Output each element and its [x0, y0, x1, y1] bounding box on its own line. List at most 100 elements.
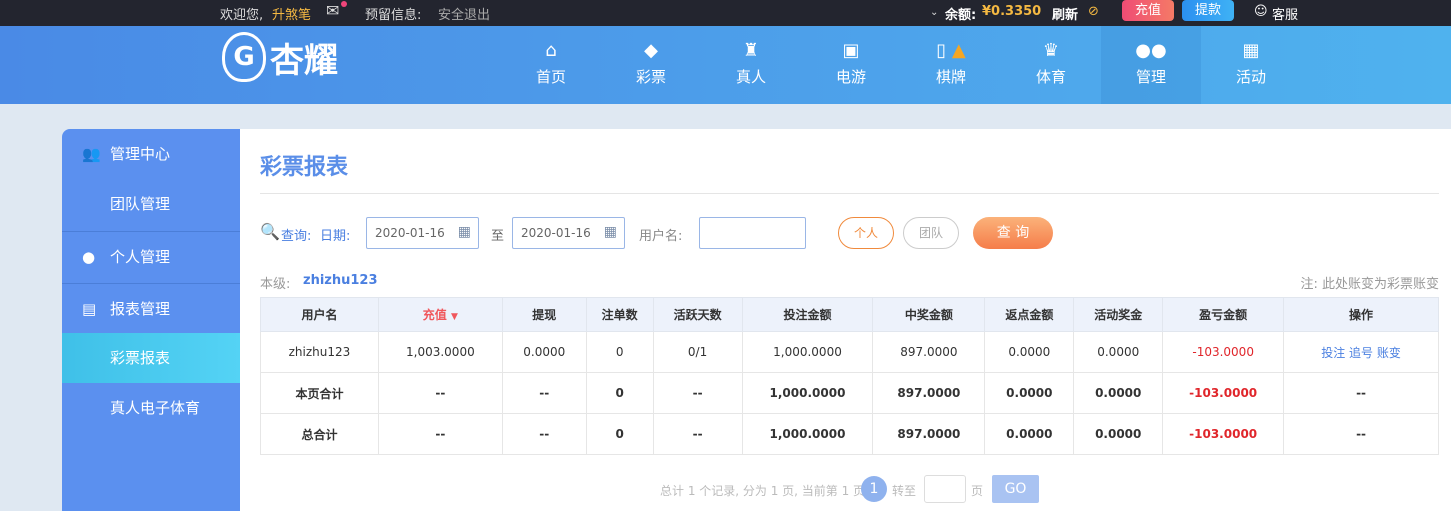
cell: --	[652, 372, 743, 414]
nav-live[interactable]: ♜ 真人	[701, 26, 801, 104]
fire-icon: ▲	[951, 40, 966, 61]
recharge-button[interactable]: 充值	[1122, 0, 1174, 21]
refresh-button[interactable]: 刷新	[1052, 4, 1078, 23]
col-withdraw: 提现	[501, 297, 587, 332]
nav-label: 活动	[1235, 68, 1266, 86]
eye-hidden-icon[interactable]: ⊘	[1088, 4, 1099, 19]
nav-chess[interactable]: ▯ ▲ 棋牌	[901, 26, 1001, 104]
level-user[interactable]: zhizhu123	[303, 273, 378, 288]
document-icon: ▤	[82, 300, 97, 318]
date-from-value: 2020-01-16	[375, 226, 445, 240]
calendar-icon[interactable]: ▦	[604, 224, 617, 240]
sidebar-item-team[interactable]: 团队管理	[62, 179, 240, 229]
sidebar-item-reports[interactable]: ▤ 报表管理	[62, 283, 240, 333]
service-link[interactable]: 客服	[1272, 4, 1298, 23]
nav-label: 彩票	[635, 68, 666, 86]
nav-lottery[interactable]: ◆ 彩票	[601, 26, 701, 104]
users-icon: 👥	[82, 145, 101, 163]
mahjong-icon: ▯ ▲	[936, 40, 966, 61]
team-button[interactable]: 团队	[903, 217, 959, 249]
col-win-amount: 中奖金额	[872, 297, 986, 332]
level-label: 本级:	[260, 277, 291, 292]
go-button[interactable]: GO	[992, 475, 1039, 503]
nav-label: 管理	[1135, 68, 1166, 86]
cell: 1,003.0000	[377, 331, 503, 373]
logo-crest-icon: G	[222, 32, 266, 82]
logo-text: 杏耀	[270, 40, 338, 81]
goto-page-input[interactable]	[924, 475, 966, 503]
cell: 0.0000	[984, 413, 1075, 455]
search-button[interactable]: 查 询	[973, 217, 1053, 249]
sidebar-label: 管理中心	[110, 145, 171, 163]
cell: --	[1283, 413, 1439, 455]
sidebar-label: 彩票报表	[110, 349, 171, 367]
cell: 0.0000	[1073, 372, 1164, 414]
col-bet-amount: 投注金额	[741, 297, 874, 332]
transactions-link[interactable]: 账变	[1377, 346, 1401, 360]
welcome-text: 欢迎您,	[220, 8, 264, 23]
search-icon: 🔍	[260, 222, 280, 241]
chase-link[interactable]: 追号	[1349, 346, 1373, 360]
withdraw-button[interactable]: 提款	[1182, 0, 1234, 21]
pager-summary: 总计 1 个记录, 分为 1 页, 当前第 1 页	[660, 484, 866, 498]
col-rebate: 返点金额	[984, 297, 1075, 332]
cell: 1,000.0000	[741, 331, 874, 373]
username[interactable]: 升煞笔	[272, 4, 311, 23]
date-label: 日期:	[320, 229, 351, 244]
page-1-button[interactable]: 1	[861, 476, 887, 502]
chat-icon[interactable]: ☺	[1254, 4, 1268, 19]
username-input[interactable]	[699, 217, 806, 249]
cell: 0.0000	[501, 331, 587, 373]
cell: 0	[585, 331, 654, 373]
sidebar: 👥 管理中心 团队管理 ● 个人管理 ▤ 报表管理 彩票报表 真人电子体育	[62, 129, 240, 511]
cell: 0/1	[652, 331, 743, 373]
chevron-down-icon[interactable]: ⌄	[930, 7, 938, 18]
page-unit-label: 页	[971, 484, 984, 498]
page-title: 彩票报表	[260, 155, 349, 180]
date-from-input[interactable]: 2020-01-16 ▦	[366, 217, 479, 249]
sidebar-item-management-center[interactable]: 👥 管理中心	[62, 129, 240, 179]
mail-icon[interactable]: ✉	[326, 1, 347, 20]
note-text: 注: 此处账变为彩票账变	[1300, 277, 1439, 292]
sidebar-label: 团队管理	[110, 195, 171, 213]
logo[interactable]: G 杏耀	[222, 32, 338, 82]
nav-slots[interactable]: ▣ 电游	[801, 26, 901, 104]
col-username: 用户名	[260, 297, 379, 332]
top-bar: 欢迎您, 升煞笔 ✉ 预留信息: 安全退出 ⌄ 余额: ¥0.3350 刷新 ⊘…	[0, 0, 1451, 26]
actions-cell: 投注 追号 账变	[1283, 331, 1439, 373]
col-actions: 操作	[1283, 297, 1439, 332]
cell: --	[1283, 372, 1439, 414]
sidebar-item-lottery-report[interactable]: 彩票报表	[62, 333, 240, 383]
cell: 0.0000	[1073, 413, 1164, 455]
cell: 总合计	[260, 413, 379, 455]
calendar-icon[interactable]: ▦	[458, 224, 471, 240]
user-icon: ●	[82, 248, 96, 266]
cell: 0.0000	[1073, 331, 1164, 373]
cell: -103.0000	[1162, 413, 1285, 455]
nav-sports[interactable]: ♛ 体育	[1001, 26, 1101, 104]
bet-link[interactable]: 投注	[1321, 346, 1345, 360]
nav-home[interactable]: ⌂ 首页	[501, 26, 601, 104]
sidebar-item-personal[interactable]: ● 个人管理	[62, 231, 240, 281]
username-label: 用户名:	[639, 229, 683, 244]
nav-manage[interactable]: ●● 管理	[1101, 26, 1201, 104]
date-to-input[interactable]: 2020-01-16 ▦	[512, 217, 625, 249]
logout-link[interactable]: 安全退出	[438, 4, 490, 23]
col-active-days: 活跃天数	[652, 297, 743, 332]
goto-label: 转至	[892, 484, 917, 498]
home-icon: ⌂	[545, 40, 557, 61]
main-nav: G 杏耀 ⌂ 首页 ◆ 彩票 ♜ 真人 ▣ 电游 ▯ ▲ 棋牌 ♛ 体育 ●● 管理 ▦ 活动	[0, 26, 1451, 104]
cell: -103.0000	[1162, 372, 1285, 414]
main-panel: 彩票报表 🔍 查询: 日期: 2020-01-16 ▦ 至 2020-01-16 ▦…	[240, 129, 1451, 511]
nav-activity[interactable]: ▦ 活动	[1201, 26, 1301, 104]
nav-label: 棋牌	[935, 68, 966, 86]
personal-button[interactable]: 个人	[838, 217, 894, 249]
cell: --	[377, 372, 503, 414]
sidebar-item-live-sports[interactable]: 真人电子体育	[62, 383, 240, 433]
ticket-icon: ◆	[644, 40, 658, 61]
cell: 897.0000	[872, 331, 986, 373]
col-profit: 盈亏金额	[1162, 297, 1285, 332]
col-recharge[interactable]: 充值 ▼	[377, 297, 503, 332]
date-to-value: 2020-01-16	[521, 226, 591, 240]
nav-label: 电游	[835, 68, 866, 86]
